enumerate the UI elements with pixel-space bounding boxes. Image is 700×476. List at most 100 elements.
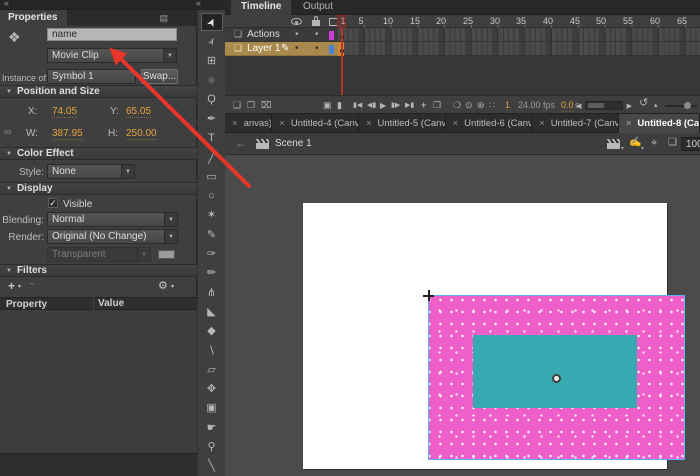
section-position-and-size[interactable]: ▼ Position and Size: [0, 85, 197, 98]
go-to-last-frame-button[interactable]: ▶▮: [405, 100, 414, 111]
paste-frames-button[interactable]: ❐: [433, 100, 441, 111]
collapse-panel-icon[interactable]: «: [4, 0, 9, 8]
onion-skin-outline-button[interactable]: ⊙: [465, 100, 473, 111]
scene-breadcrumb[interactable]: Scene 1: [275, 138, 312, 149]
add-filter-caret-icon[interactable]: ▾: [18, 283, 21, 290]
edit-scene-icon[interactable]: [607, 139, 620, 149]
delete-layer-button[interactable]: ⌧: [261, 100, 271, 111]
symbol-type-dropdown[interactable]: Movie Clip ▼: [47, 48, 177, 63]
pen-tool[interactable]: ✒: [201, 109, 223, 127]
fluid-brush-tool[interactable]: ✑: [201, 245, 223, 263]
timeline-zoom-slider[interactable]: [665, 105, 697, 107]
zoom-tool[interactable]: ⚲: [201, 438, 223, 456]
gear-icon[interactable]: ⚙: [158, 279, 168, 292]
timeline-empty-area[interactable]: [225, 56, 700, 95]
oval-tool[interactable]: ○: [201, 187, 223, 205]
text-tool[interactable]: T: [201, 129, 223, 147]
camera-toggle-icon[interactable]: ▮: [337, 100, 342, 111]
lasso-tool[interactable]: Ϙ: [201, 90, 223, 108]
paint-bucket-tool[interactable]: ◣: [201, 302, 223, 320]
doc-tab[interactable]: Untitled-5 (Canvas)* ×: [359, 114, 446, 133]
w-value[interactable]: 387.95: [52, 128, 83, 140]
ink-bottle-tool[interactable]: ◆: [201, 322, 223, 340]
section-display[interactable]: ▼ Display: [0, 182, 197, 195]
instance-name-input[interactable]: name: [47, 28, 177, 41]
scroll-right-icon[interactable]: ▶: [627, 102, 632, 110]
close-tab-icon[interactable]: ×: [539, 118, 545, 129]
back-arrow-icon[interactable]: ←: [235, 136, 247, 150]
camera-tool[interactable]: ▣: [201, 399, 223, 417]
layer-name[interactable]: Layer 1: [247, 43, 280, 54]
free-transform-tool[interactable]: ⊞: [201, 52, 223, 70]
pencil-tool[interactable]: ✎: [201, 225, 223, 243]
style-dropdown[interactable]: None ▼: [47, 164, 135, 179]
link-width-height-icon[interactable]: ∞: [4, 127, 11, 138]
layer-row-actions[interactable]: ❏ Actions • •: [225, 28, 700, 42]
layer-color-swatch[interactable]: [329, 31, 334, 40]
layer-color-swatch[interactable]: [329, 45, 334, 54]
eraser-tool[interactable]: ▱: [201, 360, 223, 378]
doc-tab[interactable]: Untitled-4 (Canvas)* ×: [272, 114, 359, 133]
camera-button[interactable]: ▣: [323, 100, 332, 111]
hand-tool[interactable]: ☛: [201, 418, 223, 436]
bone-tool[interactable]: ⋔: [201, 283, 223, 301]
loop-button[interactable]: ↺: [639, 98, 648, 109]
pasteboard[interactable]: [225, 155, 700, 476]
gear-caret-icon[interactable]: ▾: [171, 283, 174, 290]
onion-skin-button[interactable]: ❍: [453, 100, 461, 111]
add-filter-button[interactable]: +: [8, 279, 15, 293]
zoom-slider-thumb[interactable]: [684, 102, 691, 109]
collapse-caret-icon[interactable]: ▴: [654, 100, 658, 111]
blending-dropdown[interactable]: Normal ▼: [47, 212, 178, 227]
play-button[interactable]: ▶: [380, 100, 386, 111]
line-tool[interactable]: ╱: [201, 148, 223, 166]
edit-symbols-icon[interactable]: ✍: [629, 137, 641, 148]
asset-warp-tool[interactable]: ✥: [201, 380, 223, 398]
layer-row-layer1[interactable]: ❏ Layer 1 ✎ • •: [225, 42, 700, 56]
filters-table-body[interactable]: [0, 310, 197, 453]
layer-frames-actions[interactable]: [338, 28, 700, 42]
stage[interactable]: [303, 203, 667, 469]
h-value[interactable]: 250.00: [126, 128, 157, 140]
collapse-tools-icon[interactable]: «: [196, 0, 201, 8]
frame-ruler[interactable]: 15101520253035404550556065: [338, 15, 700, 28]
close-tab-icon[interactable]: ×: [626, 118, 632, 129]
panel-menu-icon[interactable]: ▤: [159, 13, 168, 24]
eyedropper-tool[interactable]: ∖: [201, 341, 223, 359]
visible-checkbox[interactable]: ✓: [48, 198, 58, 208]
current-frame-value[interactable]: 1: [505, 100, 510, 111]
tab-properties[interactable]: Properties: [0, 10, 67, 26]
render-dropdown[interactable]: Original (No Change) ▼: [47, 229, 178, 244]
polystar-tool[interactable]: ✶: [201, 206, 223, 224]
insert-frame-button[interactable]: +: [421, 100, 426, 111]
center-frame-icon[interactable]: ⌖: [651, 137, 657, 150]
edit-multiple-frames-button[interactable]: ⊛: [477, 100, 485, 111]
doc-tab[interactable]: Untitled-6 (Canvas)* ×: [446, 114, 533, 133]
close-tab-icon[interactable]: ×: [279, 118, 285, 129]
layer-visibility-dot[interactable]: •: [295, 43, 299, 54]
gradient-transform-tool[interactable]: ◈: [201, 71, 223, 89]
tab-output[interactable]: Output: [293, 0, 343, 15]
clip-content-icon[interactable]: ❏: [668, 137, 677, 148]
layer-frames-layer1[interactable]: [338, 42, 700, 56]
layer-name[interactable]: Actions: [247, 29, 280, 40]
close-tab-icon[interactable]: ×: [232, 118, 238, 129]
scrollbar-thumb[interactable]: [588, 103, 604, 108]
close-tab-icon[interactable]: ×: [366, 118, 372, 129]
y-value[interactable]: 65.05: [126, 106, 151, 118]
doc-tab[interactable]: Untitled-7 (Canvas)* ×: [532, 114, 619, 133]
timeline-scrollbar[interactable]: ◀ ▶: [585, 101, 623, 110]
step-back-button[interactable]: ◀▮: [367, 100, 376, 111]
modify-markers-button[interactable]: ∷: [489, 100, 495, 111]
teal-rectangle[interactable]: [473, 335, 637, 408]
selected-pink-rectangle[interactable]: [428, 295, 685, 460]
show-hide-layers-icon[interactable]: [291, 18, 302, 25]
scroll-left-icon[interactable]: ◀: [576, 102, 581, 110]
x-value[interactable]: 74.05: [52, 106, 77, 118]
doc-tab[interactable]: anvas)* ×: [225, 114, 272, 133]
fps-value[interactable]: 24.00 fps: [518, 100, 555, 111]
swap-button[interactable]: Swap...: [141, 69, 178, 84]
edit-scene-caret-icon[interactable]: ▾: [621, 145, 624, 152]
doc-tab[interactable]: Untitled-8 (Canva ×: [619, 114, 700, 133]
edit-symbols-caret-icon[interactable]: ▾: [641, 145, 644, 152]
